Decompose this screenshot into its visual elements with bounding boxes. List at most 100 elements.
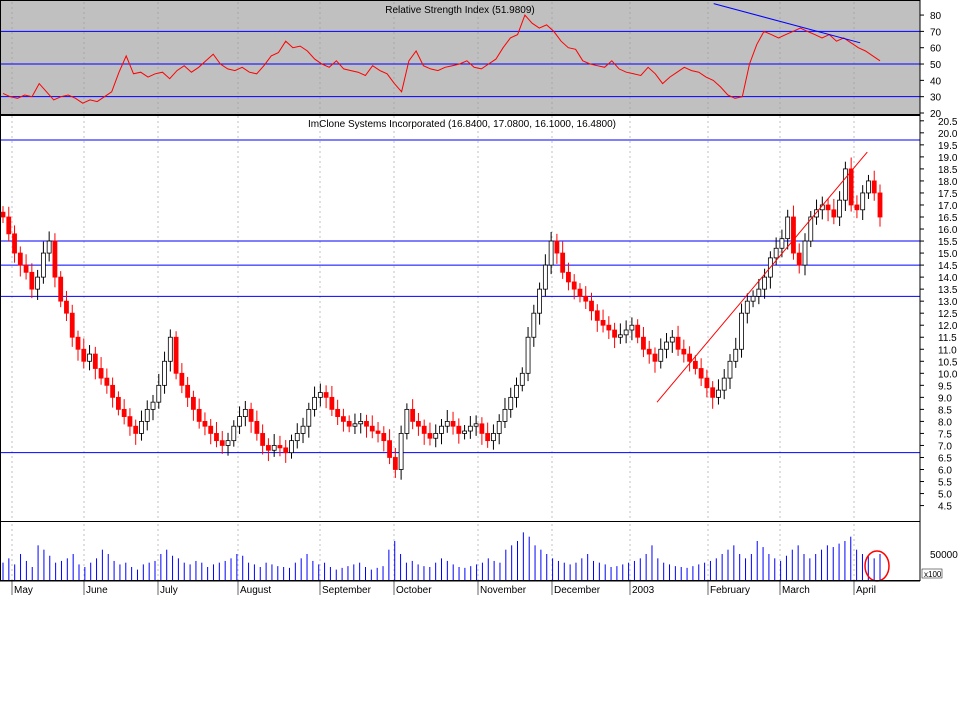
candle-body [266, 445, 271, 451]
candle-body [121, 408, 127, 417]
price-y-tick-label: 9.5 [938, 381, 952, 392]
candle-body [387, 440, 392, 458]
candle-body [802, 240, 808, 266]
x-axis-month-label: March [782, 585, 810, 596]
x-axis-month-label: July [160, 585, 178, 596]
candle-body [600, 320, 606, 326]
candle-body [29, 271, 35, 290]
price-y-tick-label: 10.5 [938, 357, 958, 368]
candle-body [577, 288, 583, 297]
rsi-title: Relative Strength Index (51.9809) [385, 5, 535, 16]
candle-body [369, 425, 375, 432]
candle-body [375, 430, 381, 434]
candle-body [46, 240, 52, 254]
candle-body [485, 433, 491, 442]
candle-body [669, 336, 675, 343]
candle-body [23, 264, 29, 273]
candle-body [179, 372, 185, 386]
x-axis-month-label: April [856, 585, 876, 596]
candle-body [450, 421, 456, 427]
candle-body [710, 387, 716, 398]
candle-body [629, 324, 635, 331]
candle-body [773, 247, 779, 259]
price-y-tick-label: 14.0 [938, 273, 958, 284]
candle-body [733, 348, 739, 362]
candle-body [260, 433, 266, 446]
candle-body [842, 168, 848, 201]
candle-body [202, 421, 208, 427]
candle-body [508, 396, 514, 410]
candle-body [254, 421, 260, 434]
candle-body [739, 312, 744, 350]
volume-background [0, 524, 920, 580]
candle-body [444, 421, 450, 427]
price-y-axis: 4.55.05.56.0 6.57.07.58.08.59.09.510.010.… [920, 117, 958, 513]
candle-body [462, 430, 467, 434]
candle-body [467, 425, 473, 432]
price-y-tick-label: 20.5 [938, 117, 958, 128]
candle-body [560, 252, 566, 273]
rsi-y-tick-label: 70 [930, 27, 942, 38]
candle-body [219, 440, 225, 446]
x-axis-month-label: September [322, 585, 372, 596]
candle-body [779, 238, 785, 249]
rsi-y-tick-label: 40 [930, 76, 942, 87]
x-axis-month-label: August [240, 585, 271, 596]
candle-body [416, 421, 421, 427]
candle-body [860, 192, 866, 211]
candle-body [514, 384, 519, 398]
candle-body [433, 433, 439, 439]
x-axis-month-label: February [710, 585, 750, 596]
candle-body [496, 421, 502, 434]
candle-body [162, 360, 167, 386]
x-axis-month-label: 2003 [632, 585, 655, 596]
candle-body [398, 433, 404, 470]
candle-body [335, 408, 341, 417]
candle-body [115, 396, 121, 410]
candle-body [664, 341, 669, 350]
price-y-tick-label: 14.5 [938, 261, 958, 272]
candle-body [75, 336, 81, 350]
candle-body [727, 360, 733, 379]
candle-body [635, 324, 641, 338]
rsi-y-tick-label: 60 [930, 44, 942, 55]
candle-body [525, 336, 531, 374]
candle-body [750, 295, 756, 302]
candle-body [231, 425, 237, 442]
candle-body [294, 433, 300, 442]
candle-body [716, 389, 721, 398]
volume-scale-label: x100 [924, 570, 942, 579]
candle-body [110, 384, 116, 398]
candle-body [623, 329, 629, 336]
candle-body [531, 312, 537, 338]
price-y-tick-label: 12.5 [938, 309, 958, 320]
candle-body [323, 392, 329, 398]
price-y-tick-label: 4.5 [938, 502, 952, 513]
candle-body [156, 384, 162, 403]
candle-body [173, 336, 179, 374]
candle-body [92, 353, 98, 369]
price-y-tick-label: 6.5 [938, 453, 952, 464]
candle-body [427, 433, 433, 439]
candle-body [167, 336, 173, 362]
candle-body [554, 240, 560, 254]
candle-body [704, 377, 710, 389]
price-y-tick-label: 19.5 [938, 141, 958, 152]
candle-body [589, 300, 594, 312]
price-y-tick-label: 19.0 [938, 153, 958, 164]
volume-panel: 50000 x100 [0, 524, 958, 582]
candle-body [237, 416, 242, 427]
candle-body [58, 276, 64, 302]
stock-chart: Relative Strength Index (51.9809) 203040… [0, 0, 958, 596]
candle-body [341, 416, 346, 422]
price-y-tick-label: 7.5 [938, 429, 952, 440]
candle-body [242, 408, 248, 417]
candle-body [854, 204, 860, 211]
candle-body [12, 233, 17, 254]
x-axis-month-label: December [554, 585, 601, 596]
price-y-tick-label: 12.0 [938, 321, 958, 332]
rsi-panel: Relative Strength Index (51.9809) 203040… [0, 0, 942, 120]
candle-body [658, 348, 664, 362]
candle-body [404, 408, 410, 434]
price-y-tick-label: 10.0 [938, 369, 958, 380]
